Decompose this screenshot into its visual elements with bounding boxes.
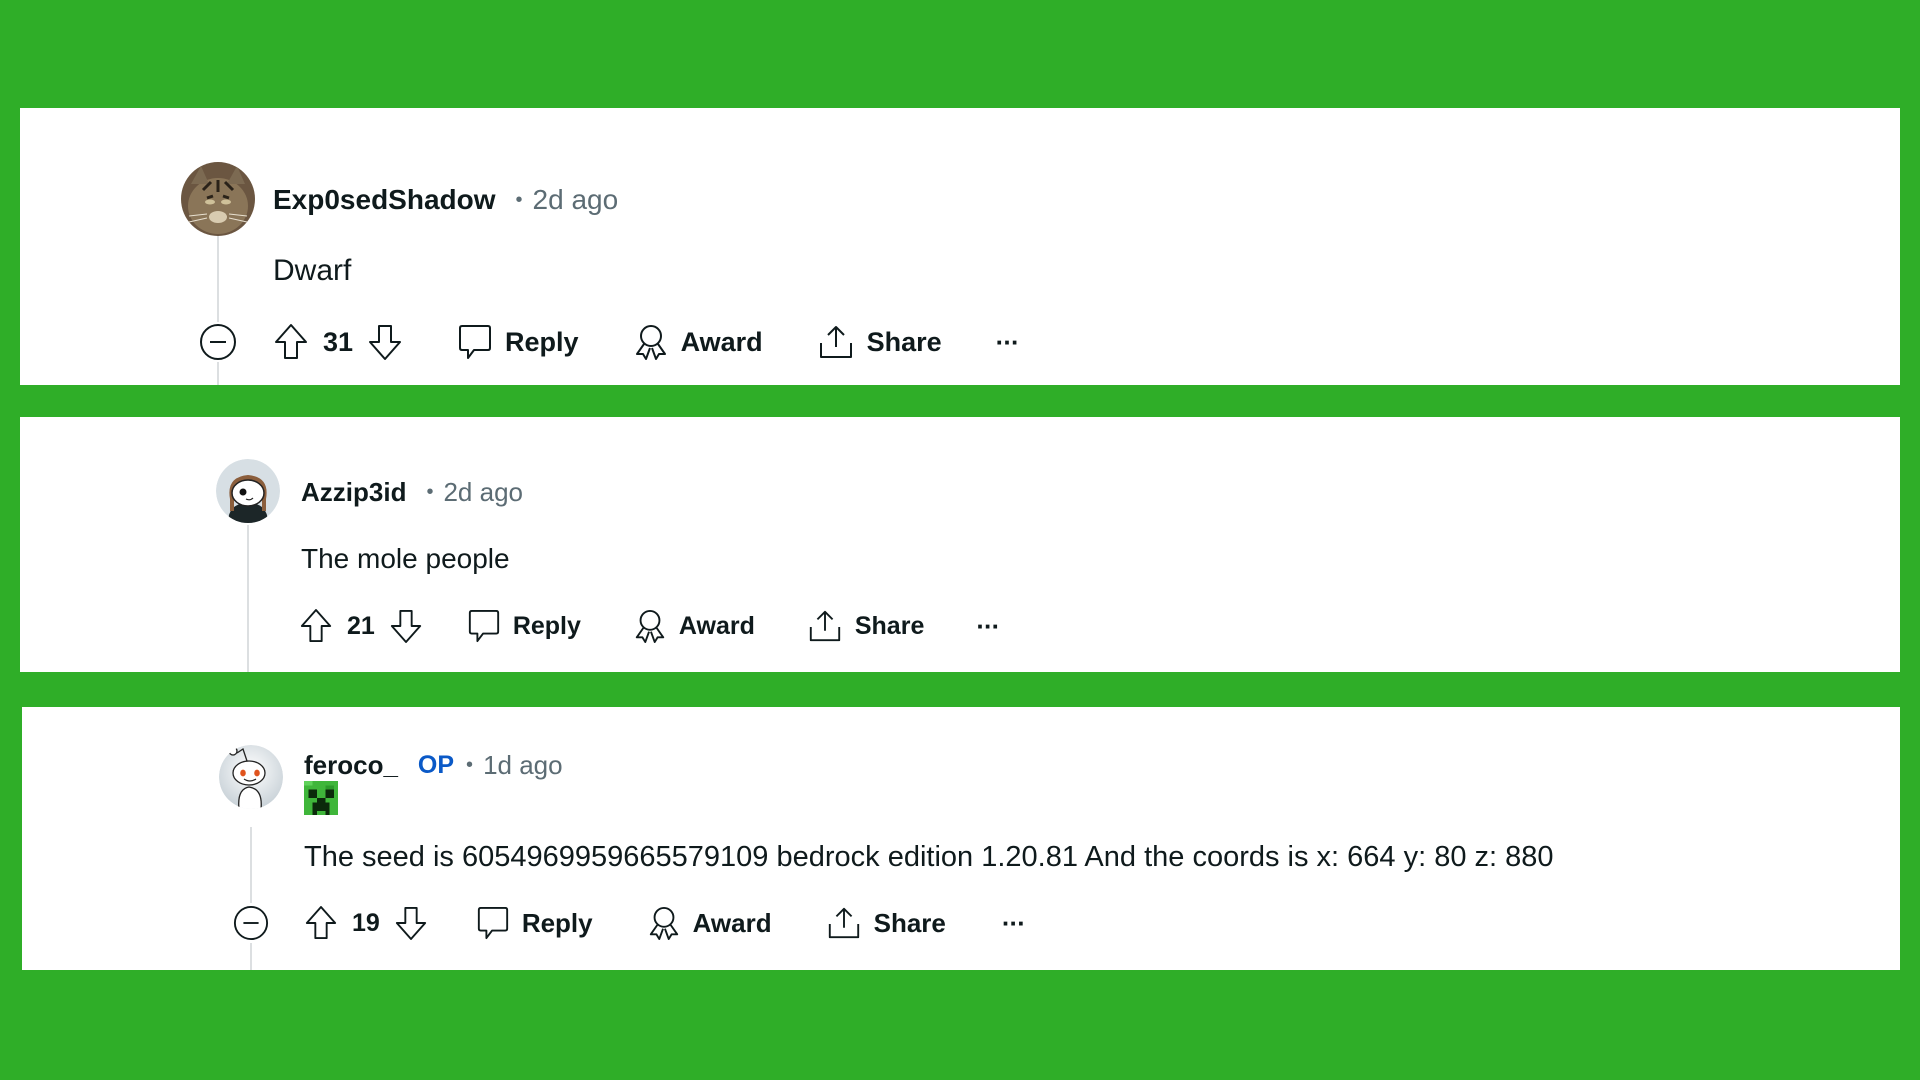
action-bar: 31 Reply Award Share ··· bbox=[273, 320, 1020, 364]
award-ribbon-icon bbox=[649, 906, 678, 940]
comment-card: feroco_ OP • 1d ago The seed is 60549699… bbox=[22, 707, 1900, 970]
avatar[interactable] bbox=[219, 745, 283, 809]
upvote-button[interactable] bbox=[299, 608, 333, 644]
timestamp[interactable]: 2d ago bbox=[443, 477, 523, 508]
comment-bubble-icon bbox=[468, 609, 499, 643]
upvote-button[interactable] bbox=[273, 323, 309, 361]
comment-header: feroco_ OP • 1d ago bbox=[304, 745, 563, 785]
downvote-arrow-icon bbox=[390, 609, 421, 643]
reply-label: Reply bbox=[521, 907, 593, 938]
downvote-button[interactable] bbox=[367, 323, 403, 361]
reply-button[interactable]: Reply bbox=[467, 608, 581, 644]
separator-dot: • bbox=[515, 188, 523, 211]
separator-dot: • bbox=[466, 753, 474, 776]
share-label: Share bbox=[873, 907, 946, 938]
username[interactable]: feroco_ bbox=[304, 750, 398, 781]
share-upload-icon bbox=[819, 326, 852, 358]
comment-bubble-icon bbox=[459, 325, 492, 359]
thread-line[interactable] bbox=[250, 827, 252, 970]
avatar[interactable] bbox=[181, 162, 255, 236]
award-label: Award bbox=[692, 907, 772, 938]
award-button[interactable]: Award bbox=[633, 323, 763, 361]
minus-circle-icon bbox=[233, 905, 269, 941]
more-options-button[interactable]: ··· bbox=[996, 327, 1020, 358]
award-label: Award bbox=[678, 611, 755, 640]
thread-line[interactable] bbox=[247, 525, 249, 672]
comment-header: Exp0sedShadow • 2d ago bbox=[273, 180, 618, 220]
share-upload-icon bbox=[809, 610, 841, 642]
upvote-arrow-icon bbox=[305, 906, 337, 940]
downvote-button[interactable] bbox=[394, 905, 428, 941]
award-button[interactable]: Award bbox=[647, 905, 772, 941]
username[interactable]: Exp0sedShadow bbox=[273, 184, 496, 216]
upvote-button[interactable] bbox=[304, 905, 338, 941]
reply-label: Reply bbox=[505, 326, 579, 357]
award-label: Award bbox=[680, 326, 763, 357]
action-bar: 21 Reply Award Share ··· bbox=[299, 604, 1000, 648]
vote-score: 21 bbox=[347, 611, 375, 640]
cat-avatar-icon bbox=[181, 162, 255, 236]
timestamp[interactable]: 1d ago bbox=[483, 750, 563, 781]
share-upload-icon bbox=[828, 907, 859, 939]
award-ribbon-icon bbox=[635, 325, 666, 360]
downvote-arrow-icon bbox=[395, 906, 426, 940]
thread-line[interactable] bbox=[217, 236, 219, 385]
upvote-arrow-icon bbox=[300, 609, 332, 643]
timestamp[interactable]: 2d ago bbox=[533, 184, 619, 216]
minus-circle-icon bbox=[200, 324, 236, 360]
vote-score: 31 bbox=[323, 326, 354, 357]
vote-score: 19 bbox=[352, 908, 380, 937]
snoo-avatar-icon bbox=[216, 459, 280, 523]
award-button[interactable]: Award bbox=[633, 608, 755, 644]
share-button[interactable]: Share bbox=[817, 323, 942, 361]
upvote-arrow-icon bbox=[275, 324, 307, 359]
share-label: Share bbox=[854, 611, 925, 640]
comment-bubble-icon bbox=[477, 906, 508, 940]
more-options-button[interactable]: ··· bbox=[976, 611, 1000, 642]
reply-button[interactable]: Reply bbox=[457, 323, 579, 361]
comment-card: Azzip3id • 2d ago The mole people 21 Rep… bbox=[20, 417, 1900, 672]
share-button[interactable]: Share bbox=[826, 905, 946, 941]
comment-text: Dwarf bbox=[273, 254, 352, 287]
comment-text: The seed is 6054969959665579109 bedrock … bbox=[304, 841, 1554, 873]
avatar[interactable] bbox=[216, 459, 280, 523]
user-flair bbox=[304, 781, 338, 815]
share-label: Share bbox=[866, 326, 942, 357]
comment-header: Azzip3id • 2d ago bbox=[301, 472, 523, 512]
action-bar: 19 Reply Award Share ··· bbox=[304, 901, 1026, 945]
collapse-button[interactable] bbox=[198, 322, 238, 362]
downvote-button[interactable] bbox=[389, 608, 423, 644]
creeper-face-icon bbox=[304, 781, 338, 815]
separator-dot: • bbox=[426, 480, 434, 503]
snoo-avatar-icon bbox=[219, 745, 283, 809]
collapse-button[interactable] bbox=[231, 903, 271, 943]
comment-text: The mole people bbox=[301, 543, 510, 574]
comment-card: Exp0sedShadow • 2d ago Dwarf 31 Reply Aw… bbox=[20, 108, 1900, 385]
reply-label: Reply bbox=[512, 611, 581, 640]
username[interactable]: Azzip3id bbox=[301, 477, 406, 508]
op-badge: OP bbox=[417, 750, 455, 779]
award-ribbon-icon bbox=[635, 609, 665, 643]
share-button[interactable]: Share bbox=[807, 608, 924, 644]
reply-button[interactable]: Reply bbox=[476, 905, 593, 941]
downvote-arrow-icon bbox=[369, 325, 402, 360]
more-options-button[interactable]: ··· bbox=[1002, 908, 1026, 939]
